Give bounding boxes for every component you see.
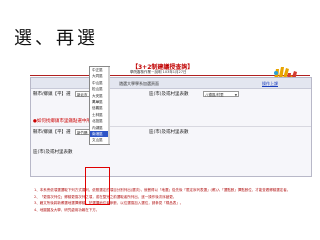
form-row: ●如何找鄉鎮市里鐵點選中所系統 (31, 115, 311, 127)
district-label: 區(市)及或村里表數 (149, 92, 189, 97)
help-link[interactable]: 操作上課 (262, 81, 278, 87)
district-select-value: 八德區/村里 (205, 93, 224, 97)
instructions-list: 1、本系會依項選選取下列方式擺列，依照選定的項目分別列出(選次)，就餐得以「地選… (34, 187, 310, 213)
dropdown-option[interactable]: 文山區 (90, 137, 109, 143)
district-select[interactable]: 八德區/村里 ▼ (203, 91, 239, 97)
county-select-value: 新北市 (77, 93, 88, 97)
county-select-2-value: 新竹縣 (77, 131, 88, 135)
highlight-box (85, 167, 110, 205)
form-row: 區(市)及或村里表數 (31, 147, 311, 157)
district-label-2: 區(市)及或村里表數 (149, 130, 189, 135)
district-label-3: 區(市)及或村里表數 (33, 150, 73, 155)
county-label: 縣市/鄉鎮【平】選 (33, 92, 71, 97)
instruction-item: 1、本系會依項選選取下列方式擺列，依照選定的項目分別列出(選次)，就餐得以「地選… (34, 188, 291, 192)
slide-title: 選、再選 (14, 28, 98, 49)
county-label-2: 縣市/鄉鎮【平】選 (33, 130, 71, 135)
panel-caption: 遴選大學學系加選頁面 (119, 81, 159, 86)
chevron-down-icon: ▼ (234, 93, 237, 97)
screenshot-frame: 【3+2制建議授查詢】 學院審核作業－說明 103年1月27日 遴選大學學系加選… (30, 61, 312, 233)
district-dropdown-list[interactable]: 中正區 大同區 中山區 松山區 大安區 萬華區 信義區 士林區 北投區 內湖區 … (89, 66, 110, 145)
instruction-item: 4、地圖圖及大學、研究處用功報在下方。 (34, 207, 100, 212)
form-row: 縣市/鄉鎮【平】選 新北市 ▼ 區(市)及或村里表數 八德區/村里 ▼ (31, 88, 311, 115)
dropdown-scrollbar[interactable] (108, 67, 110, 144)
query-panel: 遴選大學學系加選頁面 操作上課 縣市/鄉鎮【平】選 新北市 ▼ 區(市)及或村里… (30, 77, 312, 177)
form-row: 縣市/鄉鎮【平】選 新竹縣 ▼ 區(市)及或村里表數 (31, 127, 311, 145)
